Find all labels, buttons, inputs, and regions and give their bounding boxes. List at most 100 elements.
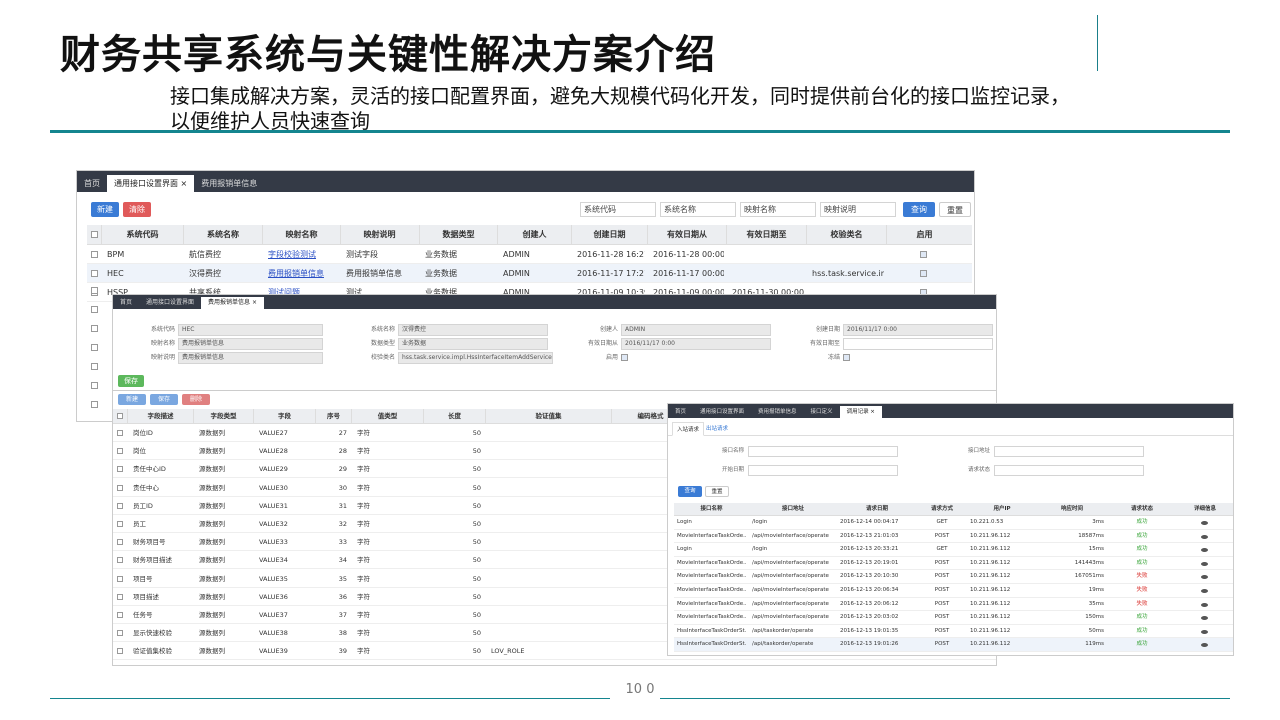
row-checkbox[interactable]: [91, 287, 98, 294]
form-field[interactable]: HEC: [178, 324, 323, 336]
column-header[interactable]: 接口地址: [749, 503, 837, 516]
subtab-item[interactable]: 入站请求: [672, 422, 705, 436]
enabled-checkbox[interactable]: [920, 251, 927, 258]
column-header[interactable]: 序号: [315, 409, 351, 424]
row-checkbox[interactable]: [117, 484, 123, 491]
column-header[interactable]: 系统代码: [101, 225, 183, 245]
table-row[interactable]: Login/login 2016-12-14 00:04:17 GET 10.221.…: [674, 516, 1233, 530]
column-header[interactable]: 有效日期从: [647, 225, 726, 245]
row-checkbox[interactable]: [91, 325, 98, 332]
form-field[interactable]: ADMIN: [621, 324, 771, 336]
column-header[interactable]: 值类型: [351, 409, 423, 424]
column-header[interactable]: 请求日期: [837, 503, 917, 516]
row-checkbox[interactable]: [117, 430, 123, 436]
row-checkbox[interactable]: [91, 344, 98, 351]
table-row[interactable]: Login/login 2016-12-13 20:33:21 GET 10.211.…: [674, 543, 1233, 557]
table-row[interactable]: MovieInterfaceTaskOrde... /api/movieInter…: [674, 598, 1233, 612]
column-header[interactable]: 字段描述: [127, 409, 193, 424]
form-field[interactable]: [843, 338, 993, 350]
tab-item[interactable]: 通用接口设置界面 ×: [107, 175, 195, 192]
row-checkbox[interactable]: [117, 630, 123, 637]
mapping-link[interactable]: 字段校验测试: [268, 245, 338, 264]
filter-input[interactable]: 映射说明: [820, 202, 896, 217]
new-button[interactable]: 新建: [91, 202, 119, 217]
tab-item[interactable]: 费用报销单信息: [194, 175, 264, 192]
select-all-checkbox[interactable]: [117, 413, 123, 419]
column-header[interactable]: 详细信息: [1177, 503, 1233, 516]
form-field[interactable]: 费用报销单信息: [178, 352, 323, 364]
column-header[interactable]: 字段类型: [193, 409, 253, 424]
table-row[interactable]: MovieInterfaceTaskOrde... /api/movieInter…: [674, 570, 1233, 584]
row-checkbox[interactable]: [117, 502, 123, 509]
form-field[interactable]: 费用报销单信息: [178, 338, 323, 350]
row-checkbox[interactable]: [117, 521, 123, 527]
query-button[interactable]: 查询: [678, 486, 702, 497]
column-header[interactable]: 字段: [253, 409, 315, 424]
tab-item[interactable]: 首页: [668, 406, 693, 418]
row-checkbox[interactable]: [117, 539, 123, 546]
filter-input[interactable]: 映射名称: [740, 202, 816, 217]
eye-icon[interactable]: [1201, 602, 1208, 607]
table-row[interactable]: BPM 航信费控 字段校验测试 测试字段 业务数据 ADMIN 2016-11-28 16:…: [87, 245, 972, 264]
column-header[interactable]: 校验类名: [806, 225, 886, 245]
save-button[interactable]: 保存: [118, 375, 144, 387]
subtab-item[interactable]: 出站请求: [702, 422, 732, 436]
select-all-checkbox[interactable]: [91, 231, 98, 238]
column-header[interactable]: 创建日期: [571, 225, 647, 245]
column-header[interactable]: 启用: [886, 225, 962, 245]
tab-item[interactable]: 首页: [113, 297, 139, 309]
form-field[interactable]: [748, 446, 898, 457]
column-header[interactable]: 系统名称: [183, 225, 262, 245]
enabled-checkbox[interactable]: [621, 354, 628, 361]
row-checkbox[interactable]: [91, 382, 98, 389]
eye-icon[interactable]: [1201, 521, 1208, 525]
table-row[interactable]: HssInterfaceTaskOrderSt... /api/taskorder…: [674, 625, 1233, 639]
new-line-button[interactable]: 新建: [118, 394, 146, 405]
row-checkbox[interactable]: [91, 363, 98, 370]
query-button[interactable]: 查询: [903, 202, 935, 217]
row-checkbox[interactable]: [117, 575, 123, 582]
eye-icon[interactable]: [1201, 548, 1208, 553]
tab-item[interactable]: 接口定义: [804, 406, 840, 418]
eye-icon[interactable]: [1201, 643, 1208, 648]
table-row[interactable]: HssInterfaceTaskOrderSt... /api/taskorder…: [674, 638, 1233, 652]
eye-icon[interactable]: [1201, 629, 1208, 634]
delete-line-button[interactable]: 删除: [182, 394, 210, 405]
column-header[interactable]: 验证值集: [485, 409, 611, 424]
eye-icon[interactable]: [1201, 616, 1208, 621]
column-header[interactable]: 长度: [423, 409, 485, 424]
tab-item[interactable]: 通用接口设置界面: [693, 406, 751, 418]
row-checkbox[interactable]: [117, 557, 123, 564]
eye-icon[interactable]: [1201, 589, 1208, 593]
table-row[interactable]: MovieInterfaceTaskOrde... /api/movieInter…: [674, 530, 1233, 544]
form-field[interactable]: 2016/11/17 0:00: [843, 324, 993, 336]
tab-item[interactable]: 调用记录 ×: [839, 406, 882, 418]
form-field[interactable]: 汉得费控: [398, 324, 548, 336]
row-checkbox[interactable]: [91, 401, 98, 408]
row-checkbox[interactable]: [91, 251, 98, 258]
column-header[interactable]: 映射名称: [262, 225, 340, 245]
column-header[interactable]: 数据类型: [419, 225, 497, 245]
row-checkbox[interactable]: [117, 612, 123, 618]
column-header[interactable]: 映射说明: [340, 225, 418, 245]
table-row[interactable]: HEC 汉得费控 费用报销单信息 费用报销单信息 业务数据 ADMIN 2016-11-17…: [87, 264, 972, 283]
mapping-link[interactable]: 费用报销单信息: [268, 264, 338, 283]
reset-button[interactable]: 重置: [705, 486, 729, 497]
row-checkbox[interactable]: [91, 306, 98, 313]
eye-icon[interactable]: [1201, 575, 1208, 580]
table-row[interactable]: MovieInterfaceTaskOrde... /api/movieInter…: [674, 584, 1233, 598]
column-header[interactable]: 接口名称: [674, 503, 749, 516]
column-header[interactable]: 有效日期至: [726, 225, 806, 245]
tab-item[interactable]: 费用报销单信息: [751, 406, 804, 418]
form-field[interactable]: [748, 465, 898, 476]
enabled-checkbox[interactable]: [920, 270, 927, 277]
form-field[interactable]: [994, 446, 1144, 457]
clear-button[interactable]: 清除: [123, 202, 151, 217]
column-header[interactable]: 请求状态: [1107, 503, 1177, 516]
table-row[interactable]: MovieInterfaceTaskOrde... /api/movieInter…: [674, 611, 1233, 625]
row-checkbox[interactable]: [117, 648, 123, 655]
row-checkbox[interactable]: [117, 448, 123, 455]
eye-icon[interactable]: [1201, 534, 1208, 539]
row-checkbox[interactable]: [117, 593, 123, 600]
tab-item[interactable]: 通用接口设置界面: [139, 297, 201, 309]
